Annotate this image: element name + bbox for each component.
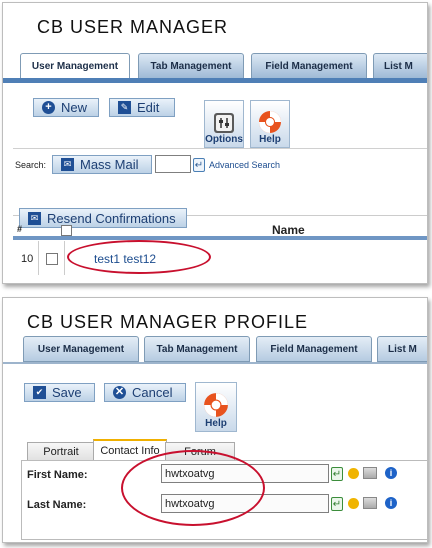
tab-list-management[interactable]: List M (377, 336, 427, 362)
select-all-checkbox[interactable] (61, 225, 72, 236)
remove-icon[interactable] (363, 497, 377, 509)
subtab-portrait[interactable]: Portrait (27, 442, 95, 461)
lifebuoy-icon (204, 393, 228, 417)
cancel-circle-icon: ✕ (113, 386, 126, 399)
edit-icon: ✎ (118, 101, 131, 114)
tab-field-management[interactable]: Field Management (256, 336, 372, 362)
tab-field-management[interactable]: Field Management (251, 53, 367, 79)
first-name-label: First Name: (27, 469, 88, 481)
options-button[interactable]: Options (204, 100, 244, 148)
info-icon[interactable]: i (385, 467, 397, 479)
lifebuoy-icon (259, 111, 281, 133)
column-number-header: # (17, 224, 23, 234)
apply-icon[interactable]: ↵ (331, 467, 343, 481)
page-title: CB USER MANAGER (37, 17, 229, 37)
tab-list-management[interactable]: List M (373, 53, 427, 79)
mail-icon: ✉ (28, 211, 41, 225)
cancel-button[interactable]: ✕ Cancel (104, 383, 186, 402)
row-number: 10 (21, 253, 34, 265)
tab-user-management[interactable]: User Management (23, 336, 139, 362)
mail-icon: ✉ (61, 158, 74, 171)
warning-icon (348, 498, 359, 509)
resend-confirmations-button[interactable]: ✉ Resend Confirmations (19, 208, 187, 228)
tab-bar: User Management Tab Management Field Man… (3, 336, 427, 362)
row-checkbox[interactable] (46, 253, 58, 265)
help-button[interactable]: Help (195, 382, 237, 432)
warning-icon (348, 468, 359, 479)
column-name-header[interactable]: Name (272, 223, 305, 237)
tab-underline (3, 78, 427, 83)
edit-button[interactable]: ✎ Edit (109, 98, 175, 117)
check-circle-icon: ✔ (33, 386, 46, 399)
last-name-label: Last Name: (27, 499, 87, 511)
page-title: CB USER MANAGER PROFILE (27, 312, 309, 332)
plus-circle-icon: + (42, 101, 55, 114)
tab-user-management[interactable]: User Management (20, 53, 130, 80)
save-button[interactable]: ✔ Save (24, 383, 95, 402)
info-icon[interactable]: i (385, 497, 397, 509)
tab-bar: User Management Tab Management Field Man… (3, 53, 427, 80)
tab-tab-management[interactable]: Tab Management (144, 336, 250, 362)
highlight-ellipse (121, 450, 265, 526)
tab-tab-management[interactable]: Tab Management (138, 53, 244, 79)
new-button[interactable]: + New (33, 98, 99, 117)
mass-mail-button[interactable]: ✉ Mass Mail (52, 155, 152, 174)
advanced-search-link[interactable]: Advanced Search (209, 160, 280, 170)
advanced-search-icon[interactable]: ↵ (193, 158, 205, 172)
remove-icon[interactable] (363, 467, 377, 479)
highlight-ellipse (67, 240, 211, 274)
apply-icon[interactable]: ↵ (331, 497, 343, 511)
options-icon (214, 113, 234, 133)
tab-underline (3, 362, 427, 364)
help-button[interactable]: Help (250, 100, 290, 148)
search-label: Search: (15, 160, 47, 170)
user-manager-profile-panel: CB USER MANAGER PROFILE User Management … (2, 297, 428, 543)
user-manager-panel: CB USER MANAGER User Management Tab Mana… (2, 2, 428, 284)
table-header-bar (13, 236, 427, 240)
search-input[interactable] (155, 155, 191, 173)
